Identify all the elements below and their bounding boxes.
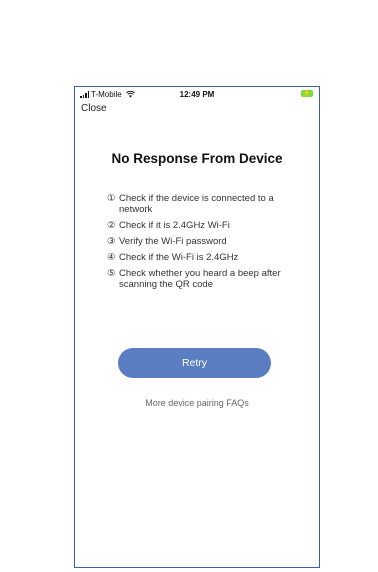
pairing-faq-link[interactable]: More device pairing FAQs bbox=[75, 398, 319, 408]
battery-icon: ⚡ bbox=[301, 90, 313, 97]
troubleshooting-list: ① Check if the device is connected to a … bbox=[107, 193, 305, 295]
status-time: 12:49 PM bbox=[179, 90, 215, 99]
step-number: ⑤ bbox=[107, 268, 116, 279]
step-text: Check if the device is connected to a ne… bbox=[119, 193, 274, 215]
status-bar: T-Mobile 12:49 PM ⚡ bbox=[75, 87, 319, 103]
step-number: ④ bbox=[107, 252, 116, 263]
retry-button[interactable]: Retry bbox=[118, 348, 271, 378]
step-text: Verify the Wi-Fi password bbox=[119, 236, 227, 247]
list-item: ⑤ Check whether you heard a beep after s… bbox=[107, 268, 305, 290]
step-number: ③ bbox=[107, 236, 116, 247]
step-number: ① bbox=[107, 193, 116, 204]
step-number: ② bbox=[107, 220, 116, 231]
close-button[interactable]: Close bbox=[81, 103, 107, 114]
list-item: ④ Check if the Wi-Fi is 2.4GHz bbox=[107, 252, 305, 263]
list-item: ② Check if it is 2.4GHz Wi-Fi bbox=[107, 220, 305, 231]
list-item: ③ Verify the Wi-Fi password bbox=[107, 236, 305, 247]
step-text: Check whether you heard a beep after sca… bbox=[119, 268, 281, 290]
phone-screen: T-Mobile 12:49 PM ⚡ Close No Response Fr… bbox=[74, 86, 320, 568]
step-text: Check if the Wi-Fi is 2.4GHz bbox=[119, 252, 239, 263]
page-title: No Response From Device bbox=[111, 151, 283, 166]
list-item: ① Check if the device is connected to a … bbox=[107, 193, 305, 215]
step-text: Check if it is 2.4GHz Wi-Fi bbox=[119, 220, 230, 231]
screenshot-canvas: T-Mobile 12:49 PM ⚡ Close No Response Fr… bbox=[0, 0, 378, 572]
